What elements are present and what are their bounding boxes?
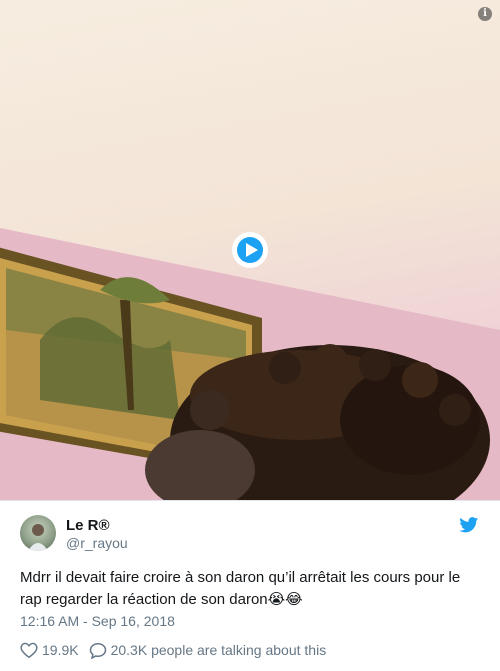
heart-icon	[20, 642, 38, 658]
talking-count: 20.3K people are talking about this	[110, 642, 327, 658]
play-icon[interactable]	[230, 230, 270, 270]
like-button[interactable]: 19.9K	[20, 642, 79, 658]
user-handle[interactable]: @r_rayou	[66, 535, 128, 551]
embedded-tweet-card: i Le R® @r_rayou Mdrr il devait faire cr…	[0, 0, 500, 671]
info-icon[interactable]: i	[478, 7, 492, 21]
avatar-image	[28, 524, 48, 551]
tweet-actions: 19.9K 20.3K people are talking about thi…	[20, 641, 336, 659]
video-player[interactable]: i	[0, 0, 500, 500]
timestamp[interactable]: 12:16 AM - Sep 16, 2018	[20, 613, 175, 629]
reply-button[interactable]: 20.3K people are talking about this	[89, 642, 327, 659]
tweet-text: Mdrr il devait faire croire à son daron …	[20, 569, 461, 608]
avatar[interactable]	[20, 515, 56, 551]
tweet-details: Le R® @r_rayou Mdrr il devait faire croi…	[0, 500, 500, 671]
like-count: 19.9K	[42, 642, 79, 658]
display-name[interactable]: Le R®	[66, 517, 110, 534]
speech-bubble-icon	[89, 642, 106, 659]
twitter-bird-icon[interactable]	[459, 517, 479, 533]
